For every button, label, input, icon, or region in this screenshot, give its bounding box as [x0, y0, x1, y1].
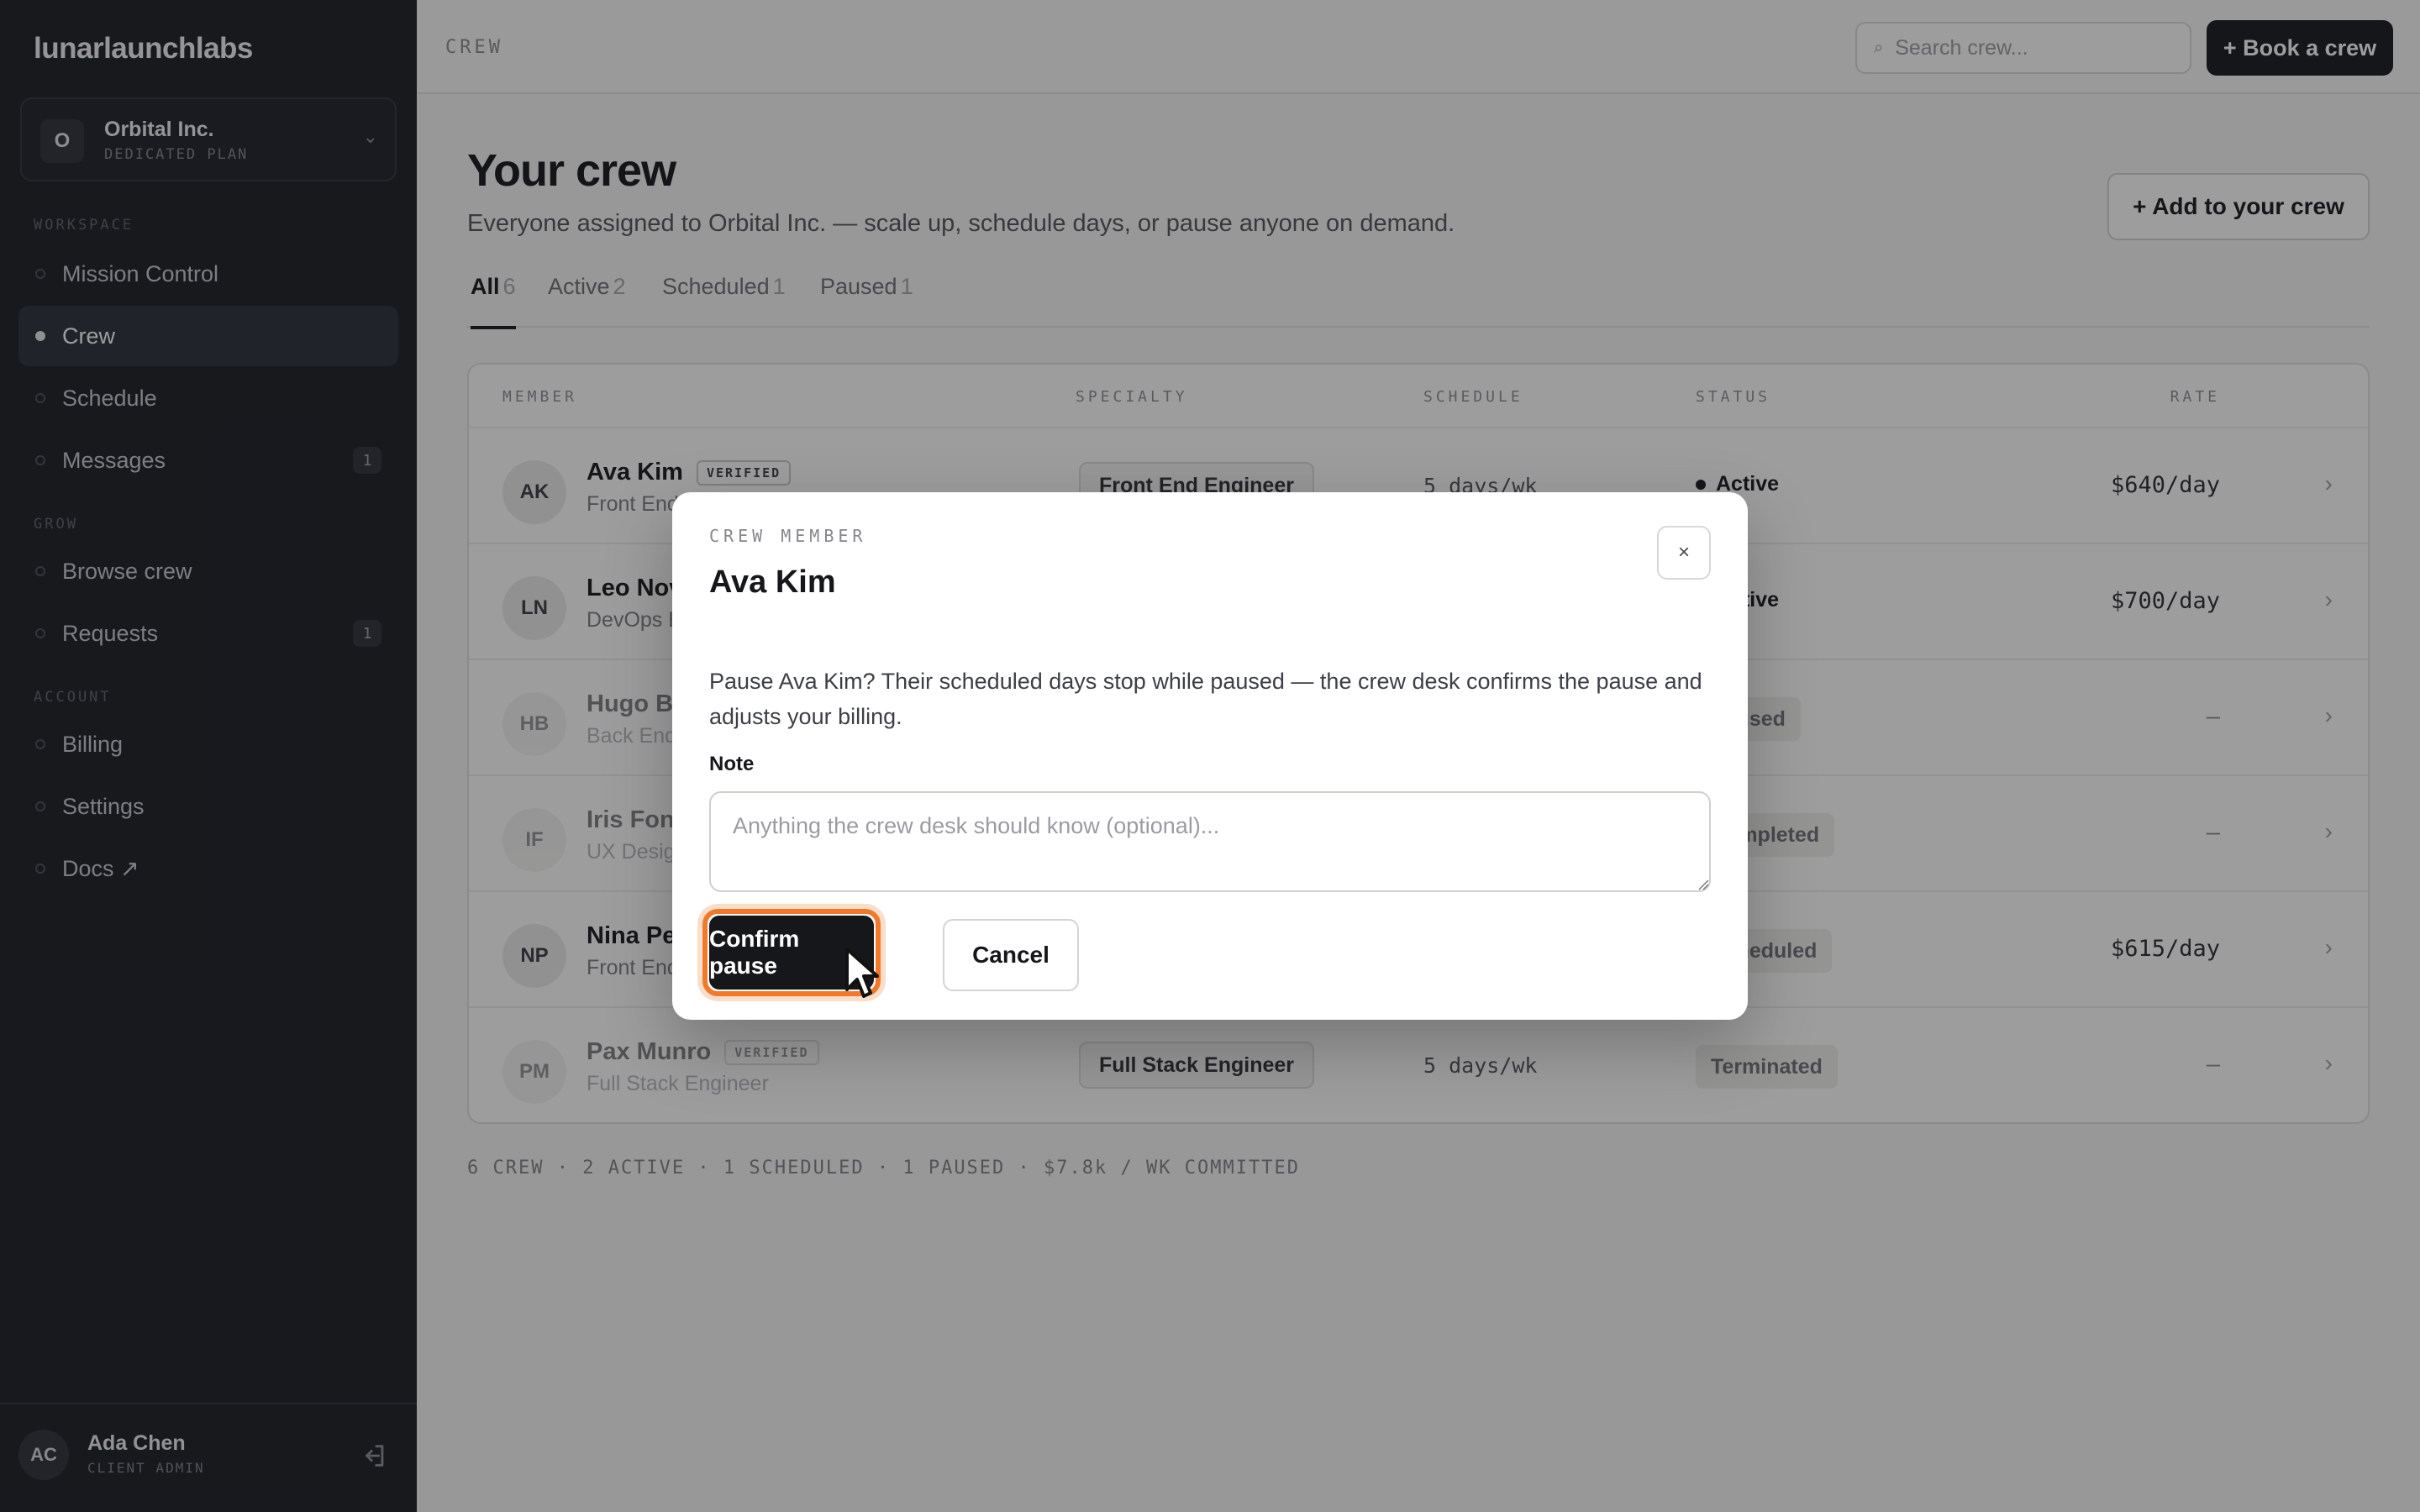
pause-crew-dialog: CREW MEMBER Ava Kim × Pause Ava Kim? The… — [672, 492, 1748, 1020]
dialog-eyebrow: CREW MEMBER — [709, 526, 867, 546]
dialog-message: Pause Ava Kim? Their scheduled days stop… — [709, 669, 1702, 729]
resize-handle-icon[interactable] — [1697, 879, 1709, 890]
dialog-title: Ava Kim — [709, 564, 836, 600]
mouse-cursor-icon — [845, 948, 879, 998]
note-field[interactable] — [709, 791, 1711, 892]
cancel-button[interactable]: Cancel — [943, 919, 1079, 991]
close-icon[interactable]: × — [1657, 526, 1711, 580]
note-label: Note — [709, 753, 755, 775]
